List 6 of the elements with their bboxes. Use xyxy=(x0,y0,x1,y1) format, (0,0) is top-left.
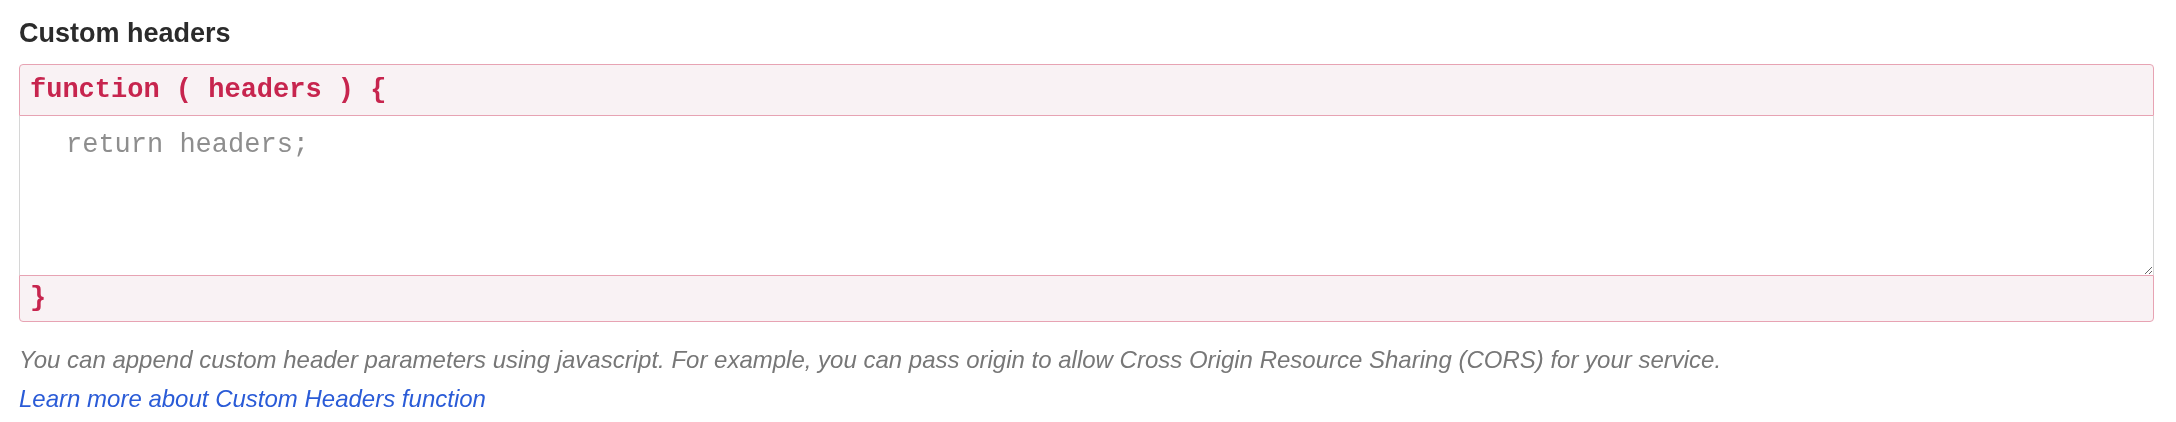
function-header: function ( headers ) { xyxy=(19,64,2154,116)
function-footer: } xyxy=(19,275,2154,322)
code-field[interactable]: return headers; xyxy=(19,116,2154,275)
help-text: You can append custom header parameters using javascript. For example, you can pass origin to allow Cross Origin Resource Sharing (CORS) for your service. Learn more about Custom Headers function xyxy=(19,345,1723,414)
learn-more-link[interactable]: Learn more about Custom Headers function xyxy=(19,385,486,412)
section-title: Custom headers xyxy=(19,17,232,50)
